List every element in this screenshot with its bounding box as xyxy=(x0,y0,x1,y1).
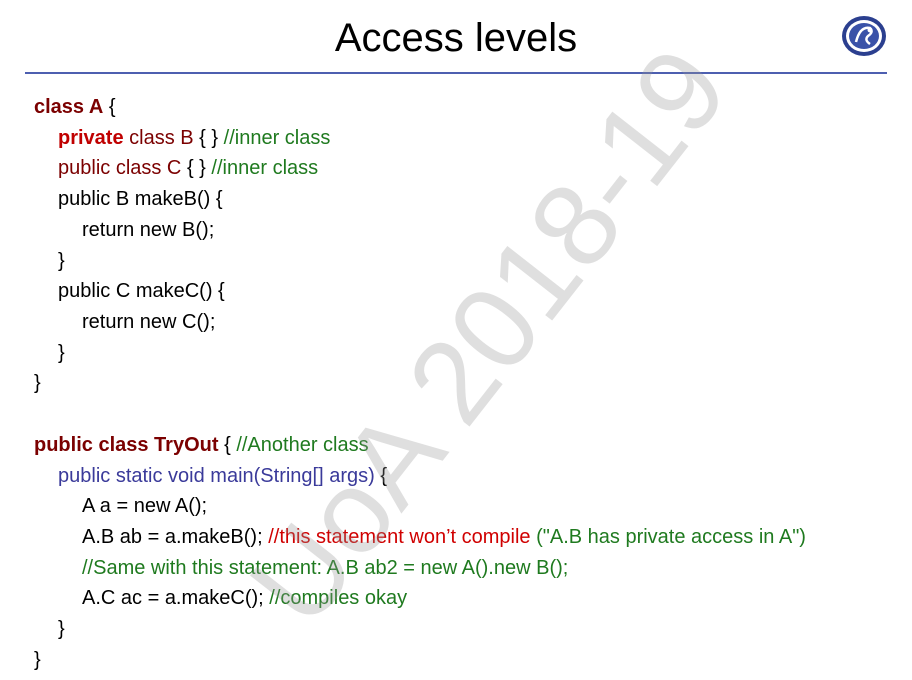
code-line: public class TryOut { //Another class xyxy=(34,434,369,456)
university-seal-icon xyxy=(842,16,886,56)
code-line: } xyxy=(34,372,41,394)
code-line: A.C ac = a.makeC(); //compiles okay xyxy=(82,587,408,609)
title-divider xyxy=(25,72,887,74)
code-line: return new B(); xyxy=(82,219,215,241)
code-line: class A { xyxy=(34,96,116,118)
code-line: //Same with this statement: A.B ab2 = ne… xyxy=(82,557,569,579)
code-line: private class B { } //inner class xyxy=(58,127,331,149)
slide: Access levels class A { private class B … xyxy=(0,0,912,680)
code-line: } xyxy=(58,342,65,364)
code-line: public B makeB() { xyxy=(58,188,223,210)
code-line: return new C(); xyxy=(82,311,216,333)
code-line: } xyxy=(34,649,41,671)
code-line: A.B ab = a.makeB(); //this statement won… xyxy=(82,526,806,548)
code-line: public static void main(String[] args) { xyxy=(58,465,388,487)
code-line: A a = new A(); xyxy=(82,495,208,517)
code-line: } xyxy=(58,250,65,272)
code-line: public class C { } //inner class xyxy=(58,157,319,179)
code-line: } xyxy=(58,618,65,640)
code-line: public C makeC() { xyxy=(58,280,225,302)
slide-title: Access levels xyxy=(334,16,578,60)
